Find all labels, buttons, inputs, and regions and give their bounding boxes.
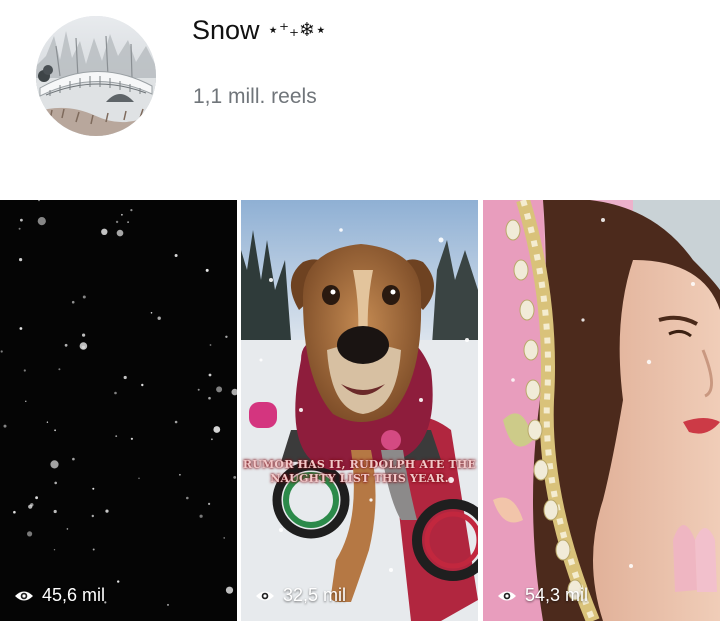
reel-count: 1,1 mill. reels [193,85,317,108]
snowflake [209,344,212,346]
snowflake [19,327,23,330]
snowflake [79,342,88,350]
snowflake [72,457,75,461]
snowflake [116,229,124,237]
snowflake [82,333,86,337]
snowflake [46,421,49,423]
snowflake [66,528,69,530]
snowflake [123,375,127,380]
snowy-bridge-image [36,16,156,136]
snowflake [37,217,46,226]
snowflake [3,424,7,428]
snowflake-stars-decoration: ⋆⁺₊❄⋆ [267,20,327,41]
snowflake [130,209,133,212]
snowflake [138,477,140,480]
snowflake [127,221,129,223]
snowflake [0,350,3,353]
profile-header: Snow ⋆⁺₊❄⋆ 1,1 mill. reels [0,0,720,200]
snowflake [211,438,213,441]
snowflake [117,580,120,583]
snowflake [174,254,178,257]
snowflake [101,228,108,235]
view-count: 54,3 mil [497,585,588,606]
snowflake [141,383,144,387]
snowflake [225,335,228,338]
reel-tile[interactable]: RUMOR HAS IT, RUDOLPH ATE THE NAUGHTY LI… [241,200,478,621]
snowflake [150,312,153,314]
snowflake [213,426,221,433]
snowflake [197,388,200,391]
snowflake [82,295,86,299]
woman-with-veil-thumbnail [483,200,720,621]
snowflake [64,343,68,347]
snowflake [115,220,119,224]
snowflake [13,510,16,514]
reel-tile[interactable]: 45,6 mil [0,200,237,621]
dog-in-snow-thumbnail [241,200,478,621]
snowflake [216,386,223,393]
snowflake [205,268,209,272]
snowflake [23,369,26,372]
snowflake [225,586,234,594]
snowflake [174,420,178,424]
snowflake [25,400,27,402]
view-count: 45,6 mil [14,585,105,606]
snowflake [167,603,169,606]
reel-tile[interactable]: 54,3 mil [483,200,720,621]
snowflake [208,396,211,400]
snowflake [157,316,161,320]
snowflake [71,300,75,304]
snowflake [91,514,95,518]
snowflake [105,509,109,513]
view-count-label: 32,5 mil [283,585,347,605]
reels-grid: 45,6 mil RUMOR HAS IT, RUDOLPH ATE THE N… [0,200,720,626]
snowflake [115,435,118,437]
snowflake [179,473,181,476]
snowflake [92,548,95,551]
title-text: Snow [192,15,260,45]
snowflake [233,476,237,479]
snowflake [130,437,133,440]
snowflake [199,514,203,518]
view-count: 32,5 mil [255,585,346,606]
snowflake [20,218,23,222]
reel-caption: RUMOR HAS IT, RUDOLPH ATE THE NAUGHTY LI… [242,458,477,485]
snowflake [50,460,59,469]
page-title: Snow ⋆⁺₊❄⋆ [192,14,327,47]
snowflake [114,391,117,395]
eye-icon [498,591,516,600]
snowflake [208,502,211,505]
snowflake [121,213,123,216]
snowflake [54,429,56,432]
falling-snow-thumbnail [0,200,237,621]
eye-icon [256,591,274,600]
snowflake [19,258,23,262]
snowflake [53,509,57,514]
view-count-label: 45,6 mil [42,585,106,605]
snowflake [27,531,33,537]
snowflake [223,537,225,539]
snowflake [54,481,57,485]
snowflake [208,373,212,377]
snowflake [18,227,21,230]
avatar[interactable] [36,16,156,136]
view-count-label: 54,3 mil [525,585,589,605]
eye-icon [15,591,33,600]
snowflake [92,487,95,490]
snowflake [58,368,61,371]
snowflake [30,503,34,507]
snowflake [186,496,189,500]
snowflake [35,496,38,500]
snowflake [53,549,56,551]
